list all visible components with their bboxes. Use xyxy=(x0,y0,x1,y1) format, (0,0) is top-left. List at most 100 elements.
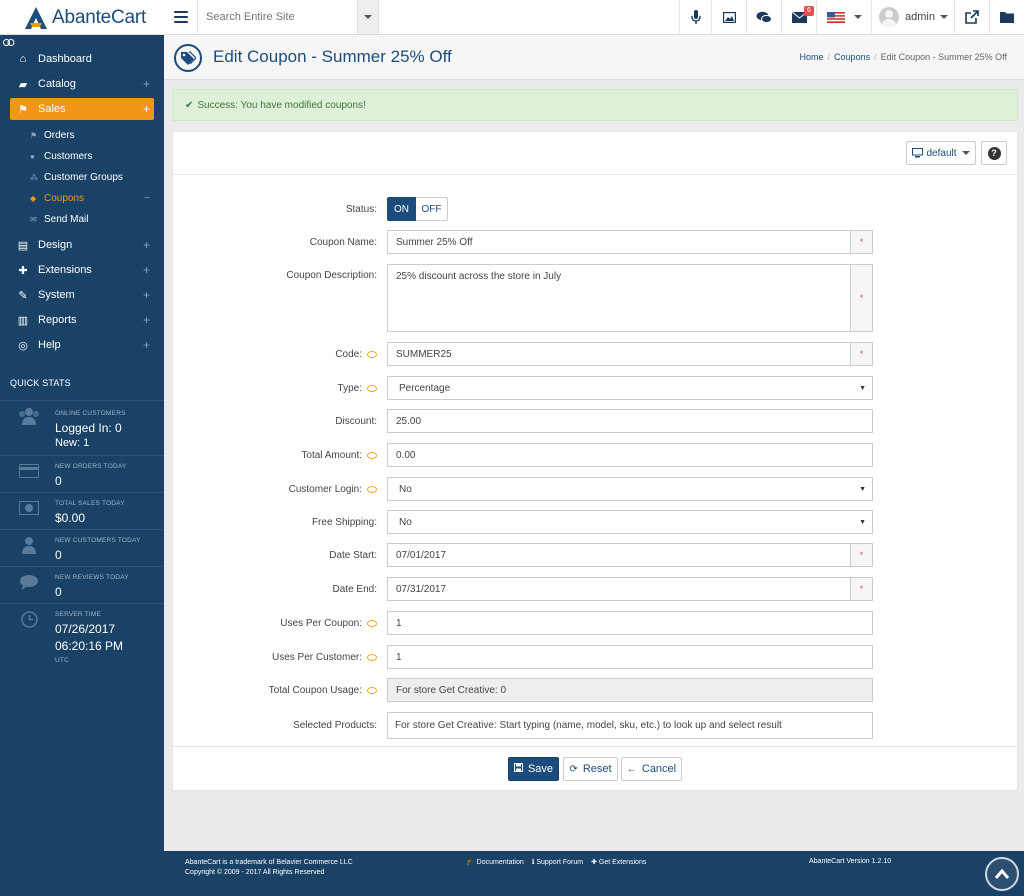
quick-stats-title: QUICK STATS xyxy=(10,378,71,388)
external-link-icon xyxy=(965,10,979,24)
sidebar-item-reports[interactable]: ▥ Reports + xyxy=(0,309,164,331)
required-marker: * xyxy=(851,230,873,254)
help-button[interactable]: ? xyxy=(981,141,1007,165)
uses-per-customer-input[interactable]: 1 xyxy=(387,645,873,669)
chat-button[interactable] xyxy=(746,0,781,34)
chevron-down-icon xyxy=(364,15,372,19)
tooltip-icon[interactable] xyxy=(367,350,377,358)
coupon-description-textarea[interactable]: 25% discount across the store in July xyxy=(387,264,851,332)
expand-icon: + xyxy=(142,102,150,116)
expand-icon: + xyxy=(142,77,150,91)
open-storefront-button[interactable] xyxy=(954,0,989,34)
documentation-link[interactable]: 🎓 Documentation xyxy=(466,858,524,866)
user-menu[interactable]: admin xyxy=(871,0,954,34)
search-input[interactable] xyxy=(197,0,357,34)
media-button[interactable] xyxy=(711,0,746,34)
tooltip-icon[interactable] xyxy=(367,653,377,661)
free-shipping-row: Free Shipping: No ▼ xyxy=(173,510,1017,534)
chevron-down-icon xyxy=(853,15,862,19)
total-amount-input[interactable]: 0.00 xyxy=(387,443,873,467)
toggle-sidebar-icon[interactable] xyxy=(3,39,15,46)
refresh-icon: ⟳ xyxy=(569,763,578,775)
code-input[interactable]: SUMMER25 xyxy=(387,342,851,366)
customer-login-row: Customer Login: No ▼ xyxy=(173,477,1017,501)
sidebar-item-catalog[interactable]: ▰ Catalog + xyxy=(0,73,164,95)
scroll-to-top-button[interactable] xyxy=(985,857,1019,891)
menu-toggle-icon[interactable] xyxy=(170,7,192,27)
collapse-icon: − xyxy=(144,192,150,204)
image-icon xyxy=(722,11,736,23)
tooltip-icon[interactable] xyxy=(367,451,377,459)
coupon-description-row: Coupon Description: 25% discount across … xyxy=(173,264,1017,332)
breadcrumb-coupons[interactable]: Coupons xyxy=(834,52,870,62)
file-manager-button[interactable] xyxy=(989,0,1024,34)
messages-button[interactable]: 6 xyxy=(781,0,816,34)
coupon-name-input[interactable]: Summer 25% Off xyxy=(387,230,851,254)
breadcrumb-home[interactable]: Home xyxy=(800,52,824,62)
code-row: Code: SUMMER25 * xyxy=(173,342,1017,366)
sidebar-subitem-send-mail[interactable]: ✉ Send Mail xyxy=(30,211,154,227)
sidebar-item-help[interactable]: ◎ Help + xyxy=(0,334,164,356)
customer-login-select[interactable]: No ▼ xyxy=(387,477,873,501)
expand-icon: + xyxy=(142,263,150,277)
discount-input[interactable]: 25.00 xyxy=(387,409,873,433)
money-icon xyxy=(18,500,40,520)
abantecart-logo-icon xyxy=(24,6,48,30)
sidebar-item-extensions[interactable]: ✚ Extensions + xyxy=(0,259,164,281)
save-button[interactable]: Save xyxy=(508,757,559,781)
sidebar-item-design[interactable]: ▤ Design + xyxy=(0,234,164,256)
voice-search-button[interactable] xyxy=(679,0,711,34)
desktop-icon xyxy=(912,148,924,158)
coupon-name-row: Coupon Name: Summer 25% Off * xyxy=(173,230,1017,254)
required-marker: * xyxy=(851,342,873,366)
sidebar-item-dashboard[interactable]: ⌂ Dashboard xyxy=(0,48,164,70)
selected-products-input[interactable]: For store Get Creative: Start typing (na… xyxy=(387,712,873,739)
lifebuoy-icon: ◎ xyxy=(18,339,28,352)
brand-logo[interactable]: AbanteCart xyxy=(0,0,164,35)
status-toggle[interactable]: ON OFF xyxy=(387,197,448,221)
sidebar-subitem-orders[interactable]: ⚑ Orders xyxy=(30,127,154,143)
status-off-button[interactable]: OFF xyxy=(416,197,448,221)
bar-chart-icon: ▥ xyxy=(17,314,29,327)
sidebar-item-system[interactable]: ✎ System + xyxy=(0,284,164,306)
alert-text: Success: You have modified coupons! xyxy=(197,99,366,111)
get-extensions-link[interactable]: ✚ Get Extensions xyxy=(591,858,646,866)
tooltip-icon[interactable] xyxy=(367,686,377,694)
tooltip-icon[interactable] xyxy=(367,619,377,627)
us-flag-icon xyxy=(826,11,845,23)
stat-new-orders: NEW ORDERS TODAY 0 xyxy=(0,455,164,492)
store-view-dropdown[interactable]: default xyxy=(906,141,976,165)
comment-icon xyxy=(18,574,40,595)
date-end-input[interactable]: 07/31/2017 xyxy=(387,577,851,601)
tooltip-icon[interactable] xyxy=(367,485,377,493)
date-start-input[interactable]: 07/01/2017 xyxy=(387,543,851,567)
free-shipping-select[interactable]: No ▼ xyxy=(387,510,873,534)
cancel-button[interactable]: ← Cancel xyxy=(621,757,682,781)
content-header: Edit Coupon - Summer 25% Off Home / Coupon… xyxy=(164,35,1024,80)
users-icon xyxy=(18,407,40,430)
type-select[interactable]: Percentage ▼ xyxy=(387,376,873,400)
expand-icon: + xyxy=(142,313,150,327)
required-marker: * xyxy=(851,264,873,332)
footer-links: 🎓 Documentation ℹ Support Forum ✚ Get Ex… xyxy=(466,858,646,866)
expand-icon: + xyxy=(142,238,150,252)
type-row: Type: Percentage ▼ xyxy=(173,376,1017,400)
sidebar-subitem-customers[interactable]: ● Customers xyxy=(30,148,154,164)
language-selector[interactable] xyxy=(816,0,871,34)
tooltip-icon[interactable] xyxy=(367,384,377,392)
sidebar-item-sales[interactable]: ⚑ Sales + xyxy=(10,98,154,120)
envelope-icon: ✉ xyxy=(30,214,37,224)
support-forum-link[interactable]: ℹ Support Forum xyxy=(532,858,583,866)
search-dropdown-button[interactable] xyxy=(357,0,379,34)
status-on-button[interactable]: ON xyxy=(387,197,416,221)
stat-new-reviews: NEW REVIEWS TODAY 0 xyxy=(0,566,164,603)
expand-icon: + xyxy=(142,288,150,302)
sidebar-subitem-coupons[interactable]: ◆ Coupons − xyxy=(30,190,154,206)
chevron-down-icon: ▼ xyxy=(859,518,866,526)
reset-button[interactable]: ⟳ Reset xyxy=(563,757,618,781)
uses-per-coupon-input[interactable]: 1 xyxy=(387,611,873,635)
chevron-up-icon xyxy=(994,868,1010,879)
clock-icon xyxy=(18,611,40,633)
sidebar-subitem-customer-groups[interactable]: ⁂ Customer Groups xyxy=(30,169,154,185)
wrench-icon: ✎ xyxy=(18,289,28,302)
